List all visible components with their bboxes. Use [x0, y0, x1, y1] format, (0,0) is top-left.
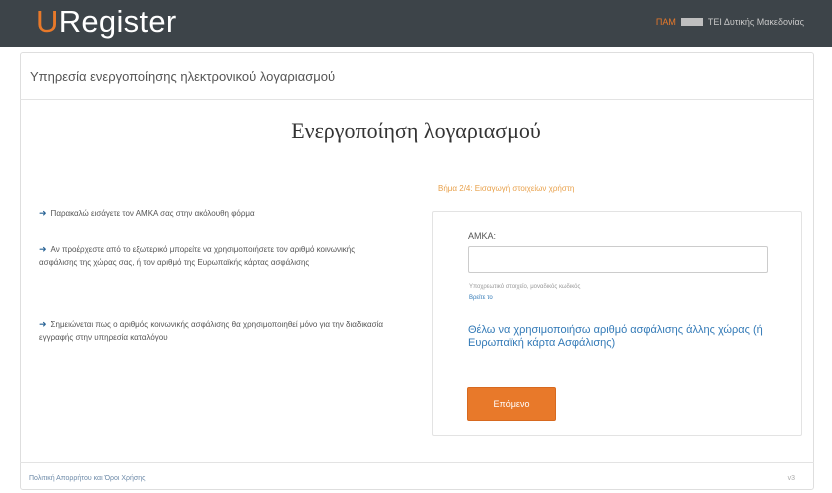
next-button[interactable]: Επόμενο [467, 387, 556, 421]
amka-input[interactable] [468, 246, 768, 273]
arrow-right-icon: ➜ [39, 244, 47, 254]
logo-text: Register [58, 4, 177, 39]
version-label: v3 [787, 475, 795, 482]
instruction-text: Αν προέρχεστε από το εξωτερικό μπορείτε … [39, 245, 356, 267]
university-name: ΤΕΙ Δυτικής Μακεδονίας [707, 17, 804, 27]
instruction-item: ➜ Παρακαλώ εισάγετε τον ΑΜΚΑ σας στην ακό… [39, 207, 384, 221]
amka-label: ΑΜΚΑ: [468, 231, 497, 241]
instruction-text: Σημειώνεται πως ο αριθμός κοινωνικής ασφ… [39, 320, 384, 342]
step-title: Βήμα 2/4: Εισαγωγή στοιχείων χρήστη [438, 184, 575, 193]
top-navigation-bar: URegister ΠΑΜ ΤΕΙ Δυτικής Μακεδονίας [0, 0, 832, 47]
university-logo-text: ΠΑΜ [655, 17, 676, 27]
instruction-text: Παρακαλώ εισάγετε τον ΑΜΚΑ σας στην ακόλ… [50, 209, 255, 218]
find-amka-link[interactable]: Βρείτε το [469, 295, 493, 301]
instruction-item: ➜ Σημειώνεται πως ο αριθμός κοινωνικής ασ… [39, 318, 384, 344]
page-title: Ενεργοποίηση λογαριασμού [291, 118, 541, 143]
footer-divider [20, 462, 814, 463]
terms-link[interactable]: Πολιτική Απορρήτου και Όροι Χρήσης [29, 475, 146, 482]
university-logo-icon [680, 18, 703, 26]
logo-initial: U [36, 4, 59, 39]
header-divider [20, 99, 814, 100]
instruction-item: ➜ Αν προέρχεστε από το εξωτερικό μπορείτε… [39, 243, 384, 269]
uregister-logo[interactable]: URegister [36, 4, 177, 40]
service-subtitle: Υπηρεσία ενεργοποίησης ηλεκτρονικού λογα… [30, 69, 336, 84]
foreign-insurance-link[interactable]: Θέλω να χρησιμοποιήσω αριθμό ασφάλισης ά… [468, 324, 788, 349]
amka-hint: Υποχρεωτικό στοιχείο, μοναδικός κωδικός [469, 284, 581, 290]
arrow-right-icon: ➜ [39, 319, 47, 329]
arrow-right-icon: ➜ [39, 208, 47, 218]
university-info: ΠΑΜ ΤΕΙ Δυτικής Μακεδονίας [656, 17, 804, 27]
